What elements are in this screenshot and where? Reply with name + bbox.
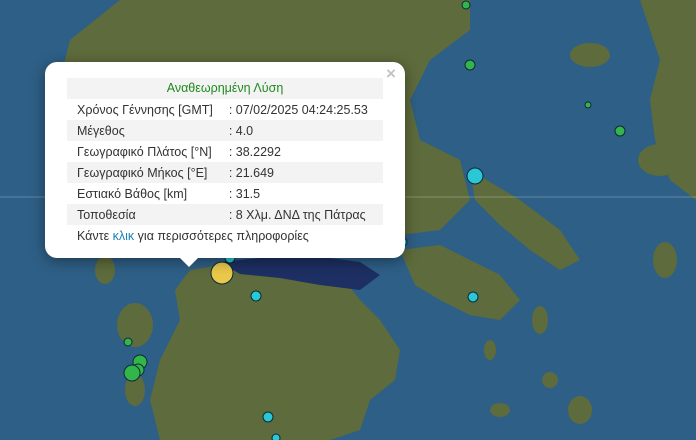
details-value: : 4.0	[228, 120, 383, 141]
details-row: Μέγεθος: 4.0	[67, 120, 383, 141]
details-value: : 31.5	[228, 186, 261, 201]
details-value: : 21.649	[228, 162, 383, 183]
island-lesvos	[570, 43, 610, 67]
island-ikaria	[653, 242, 677, 278]
details-value: : 8 Χλμ. ΔΝΔ της Πάτρας	[228, 204, 383, 225]
details-row: Γεωγραφικό Πλάτος [°N] : 38.2292	[67, 141, 383, 162]
island-andros	[532, 306, 548, 334]
island-lefkada	[95, 256, 115, 284]
details-label: Γεωγραφικό Πλάτος [°N]	[77, 144, 212, 159]
island-chios	[638, 144, 682, 176]
quake-marker	[250, 290, 262, 302]
details-label: Χρόνος Γέννησης [GMT]	[77, 102, 213, 117]
island-naxos	[568, 396, 592, 424]
quake-marker	[123, 337, 133, 347]
island-milos	[490, 403, 510, 417]
details-label: Τοποθεσία	[67, 204, 229, 225]
quake-marker	[262, 411, 274, 423]
popup-title: Αναθεωρημένη Λύση	[67, 78, 383, 99]
details-row: Τοποθεσία: 8 Χλμ. ΔΝΔ της Πάτρας	[67, 204, 383, 225]
island-kefalonia	[117, 303, 153, 347]
details-row: Χρόνος Γέννησης [GMT] : 07/02/2025 04:24:…	[67, 99, 383, 120]
quake-marker	[271, 433, 281, 440]
details-label: Εστιακό Βάθος [km]	[77, 186, 188, 201]
quake-marker	[466, 167, 484, 185]
details-value: : 38.2292	[228, 144, 281, 159]
quake-marker	[464, 59, 476, 71]
quake-marker	[461, 0, 471, 10]
earthquake-details-table: Χρόνος Γέννησης [GMT] : 07/02/2025 04:24:…	[67, 99, 383, 225]
details-value: : 07/02/2025 04:24:25.53	[228, 102, 368, 117]
quake-marker	[584, 101, 592, 109]
more-info-link[interactable]: κλικ	[113, 229, 135, 243]
quake-marker	[614, 125, 626, 137]
more-info-line: Κάντε κλικ για περισσότερες πληροφορίες	[67, 225, 383, 247]
quake-marker	[210, 261, 234, 285]
quake-marker	[123, 364, 141, 382]
more-info-suffix: για περισσότερες πληροφορίες	[134, 229, 309, 243]
details-row: Γεωγραφικό Μήκος [°E]: 21.649	[67, 162, 383, 183]
more-info-prefix: Κάντε	[77, 229, 113, 243]
details-label: Γεωγραφικό Μήκος [°E]	[67, 162, 229, 183]
details-row: Εστιακό Βάθος [km] : 31.5	[67, 183, 383, 204]
popup-pointer	[178, 256, 200, 267]
quake-marker	[467, 291, 479, 303]
island-paros	[542, 372, 558, 388]
earthquake-popup: × Αναθεωρημένη Λύση Χρόνος Γέννησης [GMT…	[45, 62, 405, 258]
close-icon[interactable]: ×	[383, 65, 399, 82]
details-label: Μέγεθος	[67, 120, 229, 141]
island-samos	[484, 340, 496, 360]
